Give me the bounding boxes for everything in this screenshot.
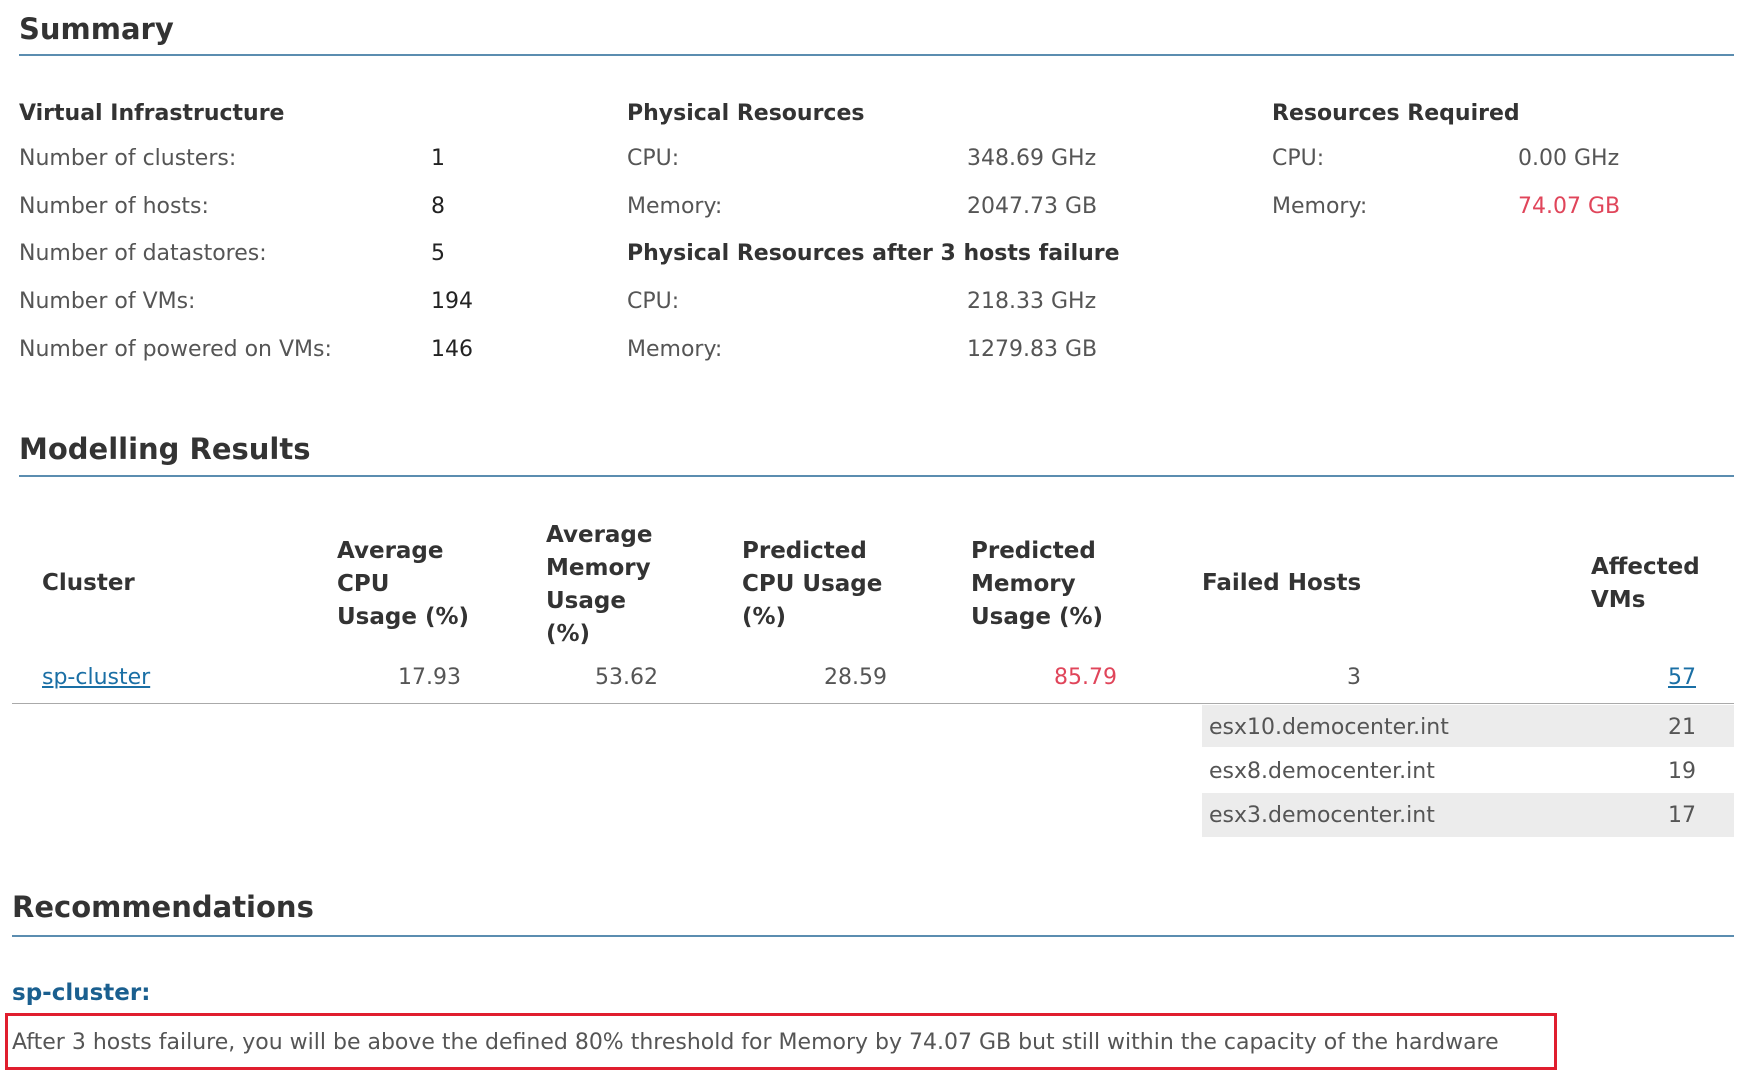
virtual-infrastructure-heading: Virtual Infrastructure [19, 101, 285, 126]
col-header-avg-mem-line2: Memory [546, 555, 651, 581]
cluster-link[interactable]: sp-cluster [42, 667, 150, 689]
vms-label: Number of VMs: [19, 289, 196, 314]
cluster-row-divider [12, 703, 1734, 704]
physical-cpu-label: CPU: [627, 146, 680, 171]
modelling-results-title: Modelling Results [19, 432, 311, 466]
col-header-pred-cpu-line2: CPU Usage [742, 571, 883, 597]
resources-required-heading: Resources Required [1272, 101, 1520, 126]
datastores-label: Number of datastores: [19, 241, 267, 266]
hosts-value: 8 [431, 194, 445, 219]
clusters-value: 1 [431, 146, 445, 171]
col-header-pred-mem-line1: Predicted [971, 538, 1096, 564]
vms-value: 194 [431, 289, 473, 314]
powered-on-vms-label: Number of powered on VMs: [19, 337, 332, 362]
col-header-affected-vms-line1: Affected [1591, 554, 1700, 580]
avg-mem-value: 53.62 [595, 665, 658, 690]
failed-hosts-count: 3 [1347, 665, 1361, 690]
col-header-pred-mem-line2: Memory [971, 571, 1076, 597]
summary-divider [19, 54, 1734, 56]
host-name: esx8.democenter.int [1209, 759, 1435, 784]
after-cpu-label: CPU: [627, 289, 680, 314]
col-header-avg-cpu: Average CPU Usage (%) [337, 535, 469, 634]
col-header-pred-cpu-line1: Predicted [742, 538, 867, 564]
host-affected-vms: 17 [1668, 803, 1696, 828]
required-cpu-label: CPU: [1272, 146, 1325, 171]
col-header-pred-mem-line3: Usage (%) [971, 604, 1104, 630]
required-cpu-value: 0.00 GHz [1518, 146, 1620, 171]
physical-memory-value: 2047.73 GB [967, 194, 1098, 219]
report-page: Summary Virtual Infrastructure Number of… [0, 0, 1750, 1080]
after-memory-value: 1279.83 GB [967, 337, 1098, 362]
host-name: esx3.democenter.int [1209, 803, 1435, 828]
pred-mem-value: 85.79 [1054, 665, 1117, 690]
col-header-affected-vms: Affected VMs [1591, 551, 1700, 617]
col-header-avg-mem: Average Memory Usage (%) [546, 519, 653, 651]
summary-title: Summary [19, 12, 174, 46]
col-header-pred-cpu-line3: (%) [742, 604, 787, 630]
hosts-label: Number of hosts: [19, 194, 209, 219]
after-memory-label: Memory: [627, 337, 723, 362]
col-header-avg-cpu-line3: Usage (%) [337, 604, 470, 630]
required-memory-value: 74.07 GB [1518, 194, 1621, 219]
host-affected-vms: 19 [1668, 759, 1696, 784]
col-header-avg-mem-line3: Usage [546, 588, 626, 614]
col-header-cluster: Cluster [42, 570, 135, 596]
col-header-pred-mem: Predicted Memory Usage (%) [971, 535, 1103, 634]
required-memory-label: Memory: [1272, 194, 1368, 219]
recommendation-cluster-heading: sp-cluster: [12, 980, 151, 1006]
pred-cpu-value: 28.59 [824, 665, 887, 690]
recommendation-message: After 3 hosts failure, you will be above… [12, 1030, 1499, 1055]
host-affected-vms: 21 [1668, 715, 1696, 740]
col-header-avg-cpu-line1: Average [337, 538, 444, 564]
physical-after-failure-heading: Physical Resources after 3 hosts failure [627, 241, 1120, 266]
after-cpu-value: 218.33 GHz [967, 289, 1097, 314]
powered-on-vms-value: 146 [431, 337, 473, 362]
affected-vms-link[interactable]: 57 [1620, 667, 1696, 689]
avg-cpu-value: 17.93 [398, 665, 461, 690]
host-name: esx10.democenter.int [1209, 715, 1449, 740]
physical-cpu-value: 348.69 GHz [967, 146, 1097, 171]
modelling-divider [19, 475, 1734, 477]
col-header-avg-cpu-line2: CPU [337, 571, 390, 597]
col-header-affected-vms-line2: VMs [1591, 587, 1646, 613]
recommendations-divider [12, 935, 1734, 937]
physical-memory-label: Memory: [627, 194, 723, 219]
physical-resources-heading: Physical Resources [627, 101, 865, 126]
datastores-value: 5 [431, 241, 445, 266]
clusters-label: Number of clusters: [19, 146, 237, 171]
col-header-pred-cpu: Predicted CPU Usage (%) [742, 535, 882, 634]
recommendations-title: Recommendations [12, 890, 314, 924]
col-header-avg-mem-line4: (%) [546, 621, 591, 647]
col-header-avg-mem-line1: Average [546, 522, 653, 548]
col-header-failed-hosts: Failed Hosts [1202, 570, 1362, 596]
